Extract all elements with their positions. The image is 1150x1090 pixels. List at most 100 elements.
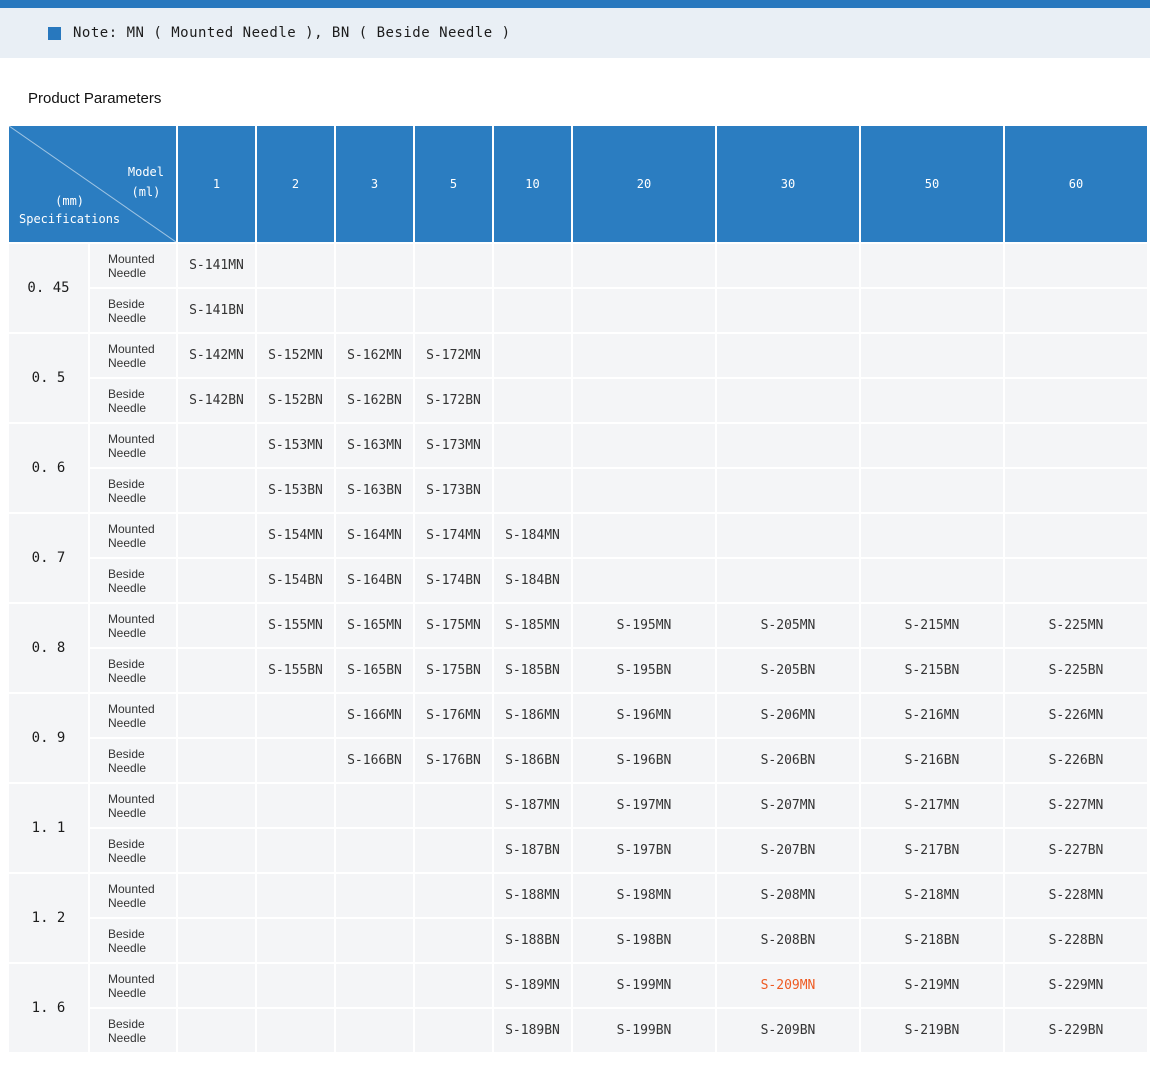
row-label-beside-needle: Beside Needle <box>89 648 177 693</box>
row-label-mounted-needle: Mounted Needle <box>89 423 177 468</box>
empty-cell <box>493 468 572 513</box>
table-row-07-bn: Beside NeedleS-154BNS-164BNS-174BNS-184B… <box>8 558 1148 603</box>
column-header-1ml: 1 <box>177 125 256 243</box>
model-code: S-162BN <box>335 378 414 423</box>
row-label-mounted-needle: Mounted Needle <box>89 333 177 378</box>
table-row-07-mn: 0. 7Mounted NeedleS-154MNS-164MNS-174MNS… <box>8 513 1148 558</box>
model-code: S-187MN <box>493 783 572 828</box>
empty-cell <box>177 468 256 513</box>
empty-cell <box>860 333 1004 378</box>
empty-cell <box>414 828 493 873</box>
empty-cell <box>177 918 256 963</box>
row-label-mounted-needle: Mounted Needle <box>89 603 177 648</box>
model-code: S-186MN <box>493 693 572 738</box>
model-code: S-196MN <box>572 693 716 738</box>
row-label-beside-needle: Beside Needle <box>89 378 177 423</box>
table-row-06-bn: Beside NeedleS-153BNS-163BNS-173BN <box>8 468 1148 513</box>
model-code: S-141MN <box>177 243 256 288</box>
row-label-beside-needle: Beside Needle <box>89 558 177 603</box>
model-code: S-172BN <box>414 378 493 423</box>
column-header-30ml: 30 <box>716 125 860 243</box>
table-row-12-bn: Beside NeedleS-188BNS-198BNS-208BNS-218B… <box>8 918 1148 963</box>
empty-cell <box>716 378 860 423</box>
table-row-11-bn: Beside NeedleS-187BNS-197BNS-207BNS-217B… <box>8 828 1148 873</box>
model-code: S-173BN <box>414 468 493 513</box>
model-code: S-205BN <box>716 648 860 693</box>
corner-mm-unit: (mm) <box>19 192 120 210</box>
empty-cell <box>177 1008 256 1053</box>
row-label-mounted-needle: Mounted Needle <box>89 243 177 288</box>
model-code: S-217MN <box>860 783 1004 828</box>
empty-cell <box>572 378 716 423</box>
page: { "top_bar": { "color": "#2878be" }, "no… <box>0 0 1150 1090</box>
empty-cell <box>1004 288 1148 333</box>
empty-cell <box>256 828 335 873</box>
spec-value: 0. 6 <box>8 423 89 513</box>
model-code: S-141BN <box>177 288 256 333</box>
model-code: S-205MN <box>716 603 860 648</box>
page-title: Product Parameters <box>28 90 1150 108</box>
model-code: S-216BN <box>860 738 1004 783</box>
empty-cell <box>335 963 414 1008</box>
corner-specifications-text: Specifications <box>19 210 120 228</box>
empty-cell <box>1004 513 1148 558</box>
spec-value: 1. 2 <box>8 873 89 963</box>
model-code: S-207BN <box>716 828 860 873</box>
product-parameters-table: Model (ml) (mm) Specifications 123510203… <box>7 124 1149 1054</box>
table-row-08-bn: Beside NeedleS-155BNS-165BNS-175BNS-185B… <box>8 648 1148 693</box>
empty-cell <box>493 378 572 423</box>
empty-cell <box>414 243 493 288</box>
model-code: S-184MN <box>493 513 572 558</box>
model-code: S-154MN <box>256 513 335 558</box>
corner-model-text: Model <box>128 162 164 182</box>
model-code: S-206BN <box>716 738 860 783</box>
table-row-045-bn: Beside NeedleS-141BN <box>8 288 1148 333</box>
empty-cell <box>335 288 414 333</box>
empty-cell <box>177 558 256 603</box>
model-code: S-226MN <box>1004 693 1148 738</box>
empty-cell <box>414 873 493 918</box>
empty-cell <box>1004 423 1148 468</box>
model-code: S-208MN <box>716 873 860 918</box>
model-code: S-173MN <box>414 423 493 468</box>
empty-cell <box>256 288 335 333</box>
table-header-row: Model (ml) (mm) Specifications 123510203… <box>8 125 1148 243</box>
model-code: S-188MN <box>493 873 572 918</box>
empty-cell <box>1004 558 1148 603</box>
model-code: S-164BN <box>335 558 414 603</box>
model-code: S-187BN <box>493 828 572 873</box>
empty-cell <box>177 828 256 873</box>
empty-cell <box>716 333 860 378</box>
model-code: S-165BN <box>335 648 414 693</box>
model-code: S-176BN <box>414 738 493 783</box>
model-code: S-189BN <box>493 1008 572 1053</box>
model-code: S-153MN <box>256 423 335 468</box>
model-code: S-174MN <box>414 513 493 558</box>
empty-cell <box>256 873 335 918</box>
table-row-05-mn: 0. 5Mounted NeedleS-142MNS-152MNS-162MNS… <box>8 333 1148 378</box>
row-label-beside-needle: Beside Needle <box>89 828 177 873</box>
column-header-20ml: 20 <box>572 125 716 243</box>
table-corner-cell: Model (ml) (mm) Specifications <box>8 125 177 243</box>
empty-cell <box>177 963 256 1008</box>
model-code: S-226BN <box>1004 738 1148 783</box>
table-header: Model (ml) (mm) Specifications 123510203… <box>8 125 1148 243</box>
note-bullet-icon <box>48 27 61 40</box>
note-text: Note: MN ( Mounted Needle ), BN ( Beside… <box>73 25 511 41</box>
spec-value: 0. 5 <box>8 333 89 423</box>
empty-cell <box>414 1008 493 1053</box>
empty-cell <box>716 288 860 333</box>
model-code: S-228MN <box>1004 873 1148 918</box>
empty-cell <box>1004 243 1148 288</box>
table-row-16-mn: 1. 6Mounted NeedleS-189MNS-199MNS-209MNS… <box>8 963 1148 1008</box>
empty-cell <box>177 513 256 558</box>
table-row-09-bn: Beside NeedleS-166BNS-176BNS-186BNS-196B… <box>8 738 1148 783</box>
empty-cell <box>493 333 572 378</box>
empty-cell <box>572 423 716 468</box>
empty-cell <box>256 918 335 963</box>
model-code: S-219BN <box>860 1008 1004 1053</box>
model-code: S-197BN <box>572 828 716 873</box>
model-code: S-176MN <box>414 693 493 738</box>
empty-cell <box>716 513 860 558</box>
empty-cell <box>716 423 860 468</box>
